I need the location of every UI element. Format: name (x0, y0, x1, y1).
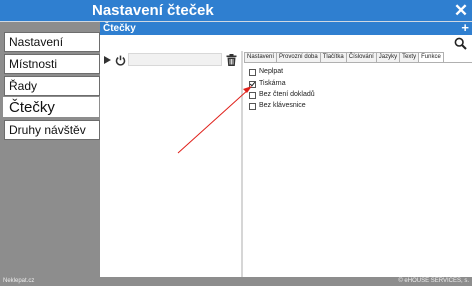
option-neplpat[interactable]: Neplpat (249, 67, 283, 77)
section-header: Čtečky + (100, 21, 472, 35)
footer-left-text: Neklepat.cz (3, 278, 35, 284)
option-label: Bez čtení dokladů (259, 91, 315, 98)
option-label: Bez klávesnice (259, 102, 306, 109)
play-icon[interactable] (104, 56, 111, 64)
nav-item-nastaveni[interactable]: Nastavení (4, 32, 100, 52)
power-icon[interactable] (115, 55, 126, 66)
option-label: Tiskárna (259, 80, 286, 87)
section-title: Čtečky (103, 23, 136, 34)
option-label: Neplpat (259, 68, 284, 75)
title-bar: Nastavení čteček ✕ (0, 0, 472, 22)
tab-divider (244, 62, 472, 63)
reader-list-pane (100, 51, 240, 277)
close-icon[interactable]: ✕ (453, 2, 469, 19)
reader-name-input[interactable] (128, 53, 222, 66)
option-bez-cteni-dokladu[interactable]: Bez čtení dokladů (249, 90, 315, 100)
checkbox-checked[interactable] (249, 80, 256, 88)
search-icon[interactable] (454, 37, 467, 50)
option-bez-klavesnice[interactable]: Bez klávesnice (249, 101, 306, 111)
main-panel: Nastavení Provozní doba Tlačítka Číslová… (100, 35, 472, 277)
footer-copyright: © eHOUSE SERVICES, s. (398, 278, 469, 284)
checkbox[interactable] (249, 91, 256, 99)
checkbox[interactable] (249, 68, 256, 76)
window-title: Nastavení čteček (92, 2, 214, 19)
nav-item-druhy-navstev[interactable]: Druhy návštěv (4, 120, 100, 140)
checkbox[interactable] (249, 102, 256, 110)
trash-icon[interactable] (226, 54, 237, 66)
reader-detail-pane: Nastavení Provozní doba Tlačítka Číslová… (243, 51, 472, 277)
nav-item-rady[interactable]: Řady (4, 76, 100, 96)
plus-icon[interactable]: + (461, 21, 469, 34)
nav-item-mistnosti[interactable]: Místnosti (4, 54, 100, 74)
left-nav: Nastavení Místnosti Řady Čtečky Druhy ná… (0, 22, 100, 277)
footer: Neklepat.cz © eHOUSE SERVICES, s. (0, 277, 472, 286)
option-tiskarna[interactable]: Tiskárna (249, 79, 286, 89)
nav-item-ctecky[interactable]: Čtečky (2, 96, 100, 118)
